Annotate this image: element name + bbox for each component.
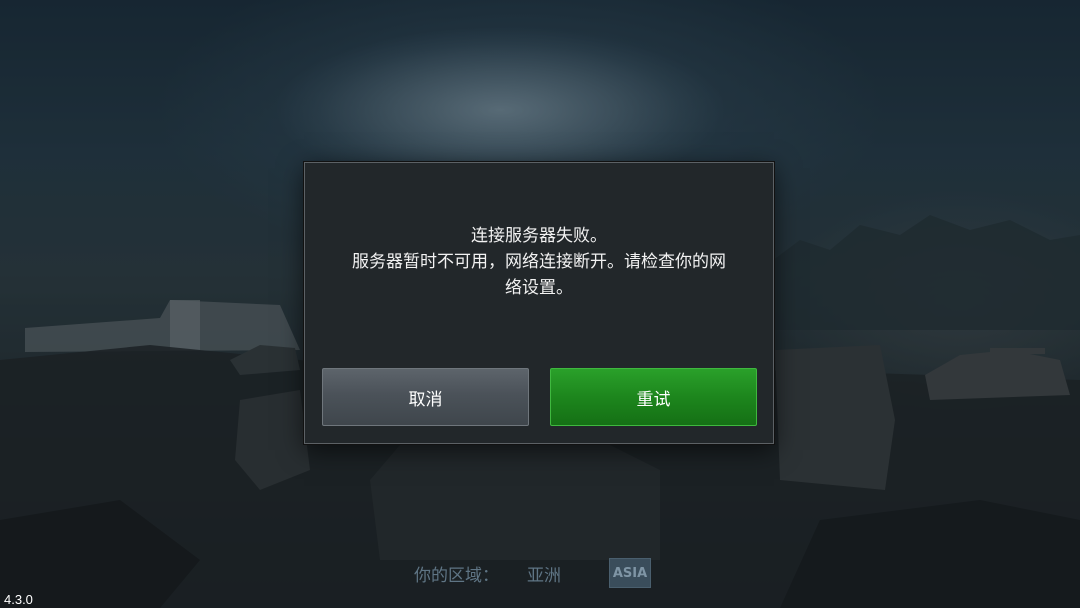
error-message-line-1: 连接服务器失败。 [471,226,607,246]
cancel-button-label: 取消 [408,389,443,410]
region-value: 亚洲 [527,565,561,586]
error-message-line-2: 服务器暂时不可用，网络连接断开。请检查你的网 [352,252,726,272]
region-badge[interactable]: ASIA [609,558,651,588]
cancel-button[interactable]: 取消 [322,368,529,426]
error-message-line-3: 络设置。 [505,278,573,298]
game-screen: 你的区域： 亚洲 ASIA 连接服务器失败。 服务器暂时不可用，网络连接断开。请… [0,0,1080,608]
region-info: 你的区域： 亚洲 ASIA [414,558,651,588]
connection-error-dialog: 连接服务器失败。 服务器暂时不可用，网络连接断开。请检查你的网 络设置。 取消 … [304,162,774,444]
retry-button[interactable]: 重试 [550,368,757,426]
version-label: 4.3.0 [4,592,33,607]
region-label: 你的区域： [414,565,499,586]
retry-button-label: 重试 [636,389,671,410]
error-message: 连接服务器失败。 服务器暂时不可用，网络连接断开。请检查你的网 络设置。 [319,223,759,301]
